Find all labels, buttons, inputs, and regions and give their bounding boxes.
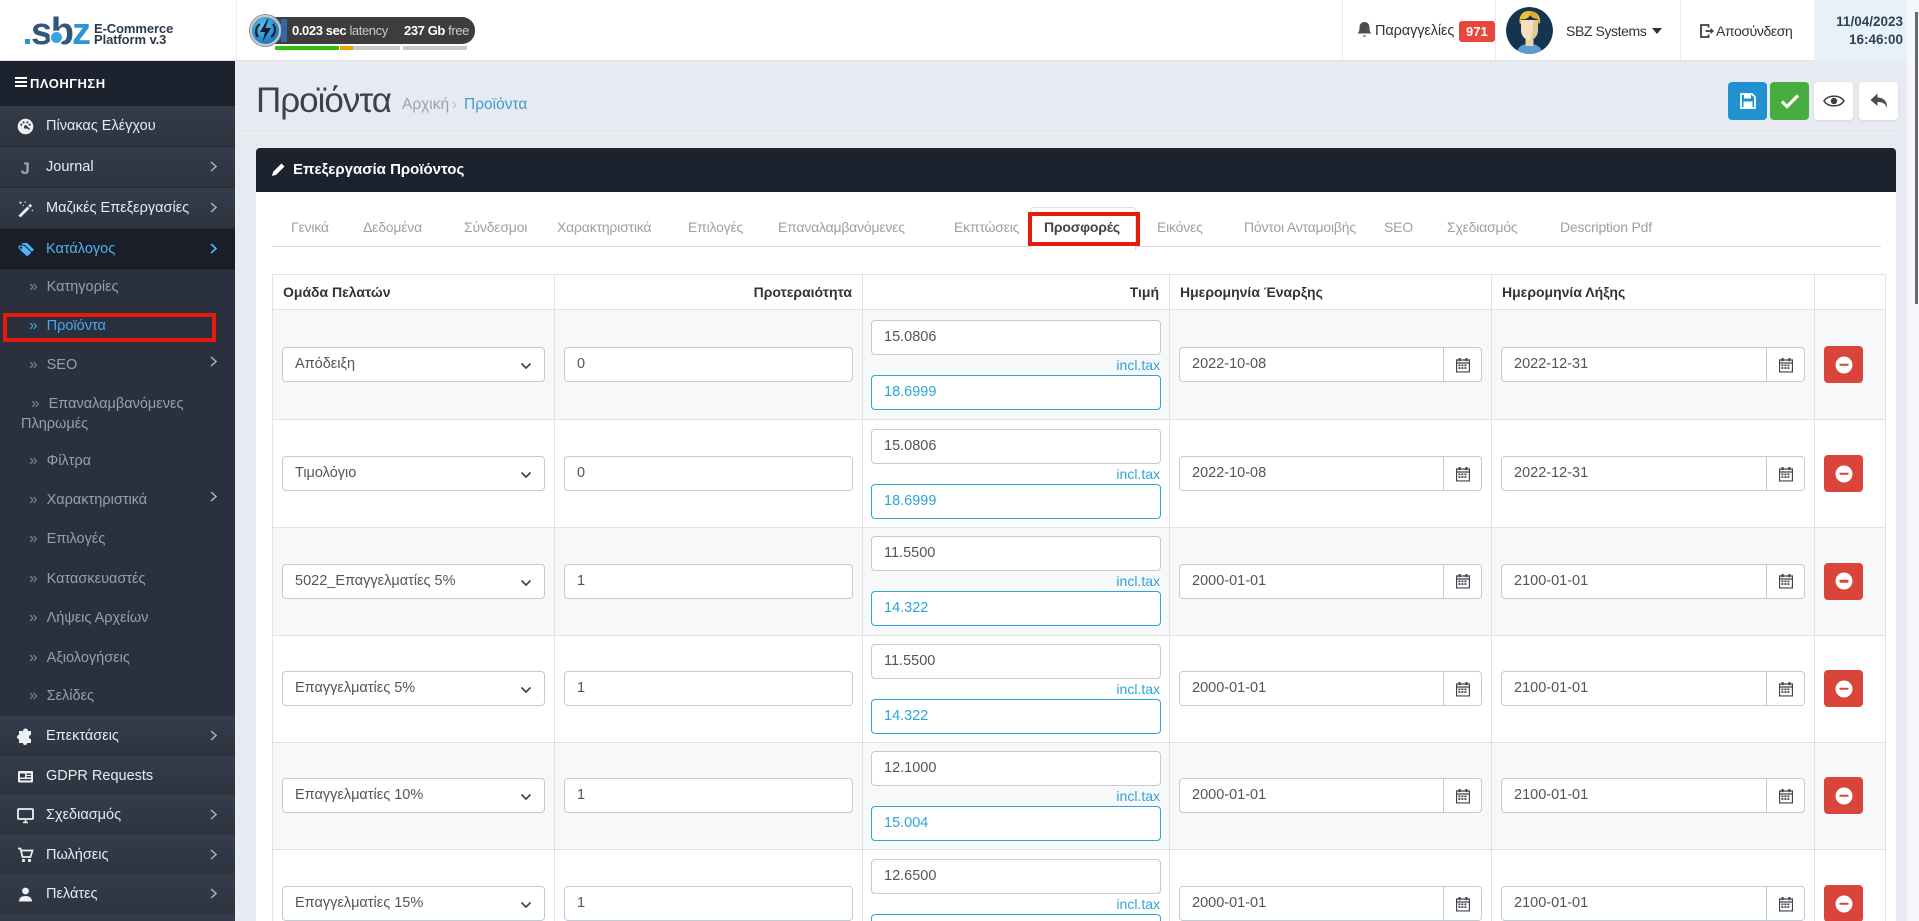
svg-text:J: J bbox=[21, 159, 30, 176]
